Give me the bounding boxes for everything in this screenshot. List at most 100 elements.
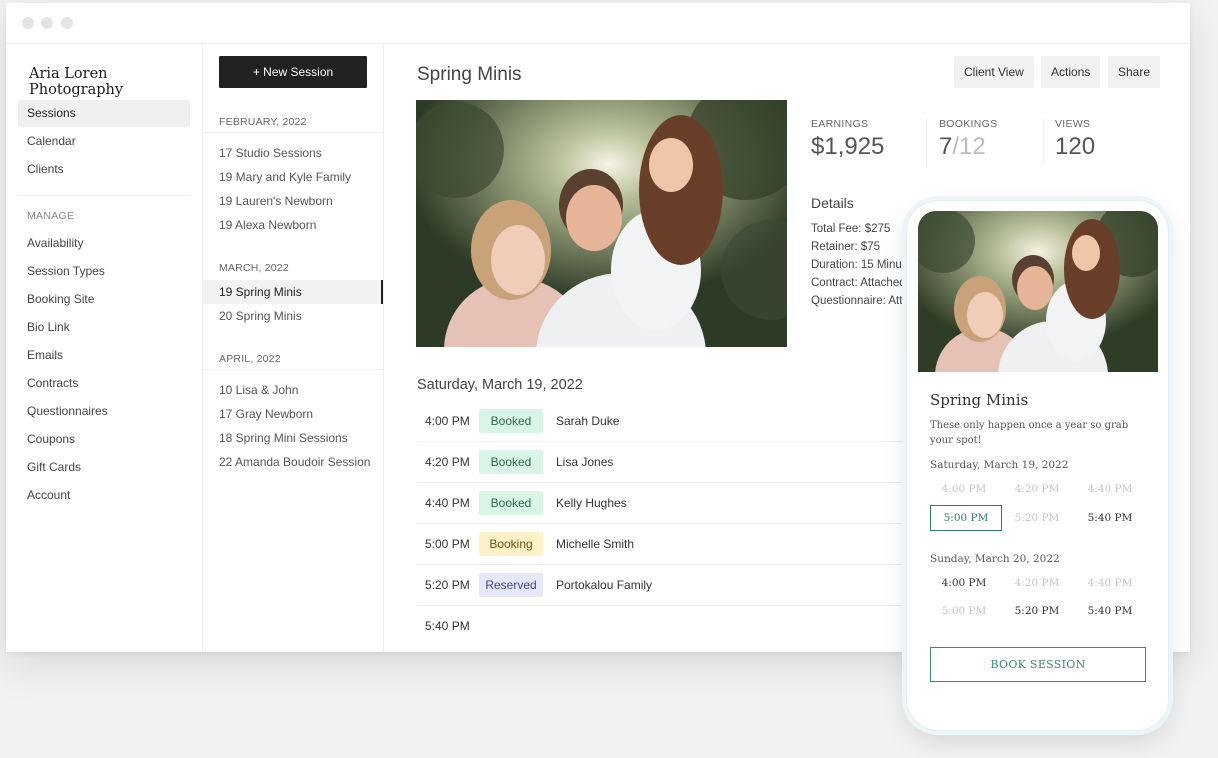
actions-button[interactable]: Actions — [1041, 56, 1101, 88]
bookings-total: /12 — [952, 133, 986, 160]
sidebar-item-availability[interactable]: Availability — [18, 230, 190, 257]
detail-retainer: Retainer: $75 — [811, 241, 881, 253]
details-heading: Details — [811, 195, 854, 211]
time-slot-row[interactable]: 4:40 PM Booked Kelly Hughes — [417, 483, 927, 524]
session-item-amanda-boudoir[interactable]: 22 Amanda Boudoir Session — [203, 450, 383, 474]
sidebar-item-coupons[interactable]: Coupons — [18, 426, 190, 453]
slot-client: Lisa Jones — [556, 455, 614, 469]
status-badge: Booked — [479, 491, 543, 515]
slot-time: 5:40 PM — [425, 619, 470, 633]
phone-time-slot[interactable]: 5:00 PM — [928, 598, 1000, 624]
sidebar: Aria Loren Photography Sessions Calendar… — [6, 44, 203, 652]
sessions-list: + New Session FEBRUARY, 2022 17 Studio S… — [203, 44, 384, 652]
window-close-dot[interactable] — [22, 17, 34, 29]
phone-time-slot-selected[interactable]: 5:00 PM — [930, 505, 1002, 531]
share-button[interactable]: Share — [1108, 56, 1161, 88]
stat-divider — [926, 118, 927, 164]
bookings-done: 7 — [939, 133, 953, 160]
slot-client: Sarah Duke — [556, 414, 620, 428]
sidebar-item-calendar[interactable]: Calendar — [18, 128, 190, 155]
window-titlebar — [6, 3, 1190, 44]
month-heading-february: FEBRUARY, 2022 — [219, 116, 307, 128]
new-session-button[interactable]: + New Session — [219, 56, 367, 88]
time-slot-row[interactable]: 5:00 PM Booking Michelle Smith — [417, 524, 927, 565]
month-heading-march: MARCH, 2022 — [219, 262, 289, 274]
views-stat: VIEWS 120 — [1055, 118, 1095, 161]
phone-time-slot[interactable]: 5:40 PM — [1074, 598, 1146, 624]
sidebar-item-sessions[interactable]: Sessions — [18, 100, 190, 127]
slot-time: 5:20 PM — [425, 578, 470, 592]
phone-session-description: These only happen once a year so grab yo… — [930, 420, 1129, 446]
bookings-stat: BOOKINGS 7/12 — [939, 118, 997, 161]
time-slot-row[interactable]: 4:20 PM Booked Lisa Jones — [417, 442, 927, 483]
phone-time-slot[interactable]: 4:20 PM — [1001, 570, 1073, 596]
time-slot-row[interactable]: 5:40 PM — [417, 606, 927, 647]
time-slot-row[interactable]: 5:20 PM Reserved Portokalou Family — [417, 565, 927, 606]
session-item-gray-newborn[interactable]: 17 Gray Newborn — [203, 402, 383, 426]
phone-time-slot[interactable]: 4:20 PM — [1001, 476, 1073, 502]
session-cover-photo — [416, 100, 787, 347]
session-item-studio-sessions[interactable]: 17 Studio Sessions — [203, 141, 383, 165]
sidebar-item-booking-site[interactable]: Booking Site — [18, 286, 190, 313]
phone-time-slot[interactable]: 5:20 PM — [1001, 598, 1073, 624]
phone-time-slot[interactable]: 5:20 PM — [1001, 505, 1073, 531]
slot-client: Portokalou Family — [556, 578, 653, 592]
slot-time: 4:00 PM — [425, 414, 470, 428]
bookings-label: BOOKINGS — [939, 118, 998, 130]
views-label: VIEWS — [1055, 118, 1091, 130]
page-title: Spring Minis — [417, 64, 522, 85]
status-badge: Booked — [479, 409, 543, 433]
earnings-label: EARNINGS — [811, 118, 869, 130]
slot-client: Michelle Smith — [556, 537, 635, 551]
sidebar-item-questionnaires[interactable]: Questionnaires — [18, 398, 190, 425]
book-session-button[interactable]: BOOK SESSION — [930, 647, 1146, 682]
session-item-spring-minis-19[interactable]: 19 Spring Minis — [203, 280, 383, 304]
month-heading-april: APRIL, 2022 — [219, 353, 281, 365]
sidebar-item-clients[interactable]: Clients — [18, 156, 190, 183]
slot-time: 4:20 PM — [425, 455, 470, 469]
phone-cover-photo — [918, 211, 1158, 372]
detail-duration: Duration: 15 Minu — [811, 259, 902, 271]
session-item-lisa-and-john[interactable]: 10 Lisa & John — [203, 378, 383, 402]
slot-time: 5:00 PM — [425, 537, 470, 551]
phone-time-slot[interactable]: 4:40 PM — [1074, 476, 1146, 502]
status-badge: Booked — [479, 450, 543, 474]
session-item-laurens-newborn[interactable]: 19 Lauren's Newborn — [203, 189, 383, 213]
mobile-booking-preview: Spring Minis These only happen once a ye… — [906, 200, 1169, 731]
earnings-value: $1,925 — [811, 133, 885, 160]
detail-total-fee: Total Fee: $275 — [811, 223, 891, 235]
sidebar-section-label: MANAGE — [27, 210, 75, 222]
sidebar-item-account[interactable]: Account — [18, 482, 190, 509]
detail-contract: Contract: Attached — [811, 277, 906, 289]
bookings-value: 7/12 — [939, 133, 997, 161]
phone-day-label: Saturday, March 19, 2022 — [930, 459, 1069, 471]
stat-divider — [1043, 118, 1044, 164]
views-value: 120 — [1055, 133, 1096, 160]
session-item-mary-and-kyle[interactable]: 19 Mary and Kyle Family — [203, 165, 383, 189]
phone-time-slot[interactable]: 4:40 PM — [1074, 570, 1146, 596]
session-item-alexa-newborn[interactable]: 19 Alexa Newborn — [203, 213, 383, 237]
phone-time-slot[interactable]: 4:00 PM — [928, 570, 1000, 596]
phone-time-slot[interactable]: 5:40 PM — [1074, 505, 1146, 531]
window-maximize-dot[interactable] — [61, 17, 73, 29]
session-item-spring-minis-20[interactable]: 20 Spring Minis — [203, 304, 383, 328]
client-view-button[interactable]: Client View — [954, 56, 1034, 88]
month-divider — [203, 132, 383, 133]
session-item-spring-mini-sessions[interactable]: 18 Spring Mini Sessions — [203, 426, 383, 450]
sidebar-item-session-types[interactable]: Session Types — [18, 258, 190, 285]
phone-day-label: Sunday, March 20, 2022 — [930, 553, 1060, 565]
month-divider — [203, 369, 383, 370]
sidebar-item-contracts[interactable]: Contracts — [18, 370, 190, 397]
sidebar-item-gift-cards[interactable]: Gift Cards — [18, 454, 190, 481]
sidebar-item-emails[interactable]: Emails — [18, 342, 190, 369]
slot-time: 4:40 PM — [425, 496, 470, 510]
schedule-date-heading: Saturday, March 19, 2022 — [417, 377, 583, 393]
window-minimize-dot[interactable] — [41, 17, 53, 29]
earnings-stat: EARNINGS $1,925 — [811, 118, 884, 161]
phone-session-title: Spring Minis — [930, 391, 1029, 409]
phone-time-slot[interactable]: 4:00 PM — [928, 476, 1000, 502]
slot-client: Kelly Hughes — [556, 496, 627, 510]
sidebar-item-bio-link[interactable]: Bio Link — [18, 314, 190, 341]
detail-questionnaire: Questionnaire: Att — [811, 295, 903, 307]
time-slot-row[interactable]: 4:00 PM Booked Sarah Duke — [417, 401, 927, 442]
